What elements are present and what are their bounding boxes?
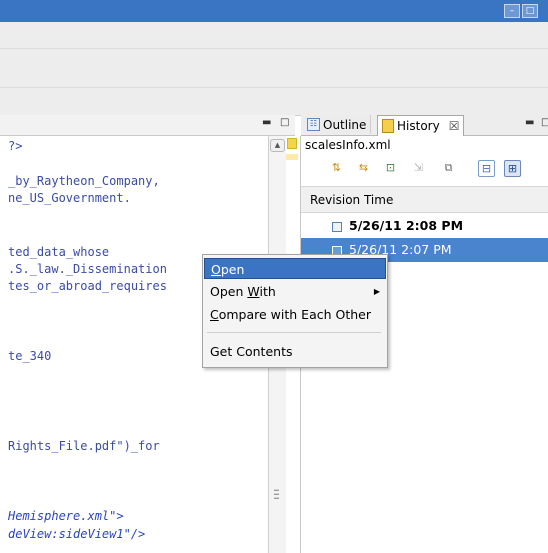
- menu-item-label: Open: [210, 284, 248, 299]
- revision-time: 5/26/11 2:08 PM: [349, 218, 464, 233]
- mnemonic: C: [210, 307, 219, 322]
- menu-item-open-with[interactable]: Open With ▶: [204, 281, 386, 302]
- maximize-button[interactable]: □: [522, 4, 538, 18]
- menu-item-label: pen: [220, 262, 245, 277]
- code-line: ne_US_Government.: [8, 191, 131, 205]
- code-line: tes_or_abroad_requires: [8, 279, 167, 293]
- history-icon: [382, 119, 394, 133]
- revision-row[interactable]: 5/26/11 2:08 PM: [301, 214, 548, 238]
- link-with-editor-icon[interactable]: ⇆: [356, 160, 371, 175]
- menu-separator: [207, 332, 381, 333]
- scroll-up-icon[interactable]: ▲: [270, 139, 285, 152]
- pin-icon[interactable]: ⊡: [383, 160, 398, 175]
- group-by-icon[interactable]: ⇲: [411, 160, 426, 175]
- code-line: te_340: [8, 349, 52, 363]
- window-controls: – □: [504, 4, 538, 18]
- editor-tab-header: ▬ □: [0, 115, 295, 136]
- tab-history[interactable]: History ☒: [377, 115, 465, 136]
- maximize-view-icon[interactable]: □: [541, 117, 548, 128]
- window-title-bar: – □: [0, 0, 548, 22]
- tree-view-icon[interactable]: ⊞: [504, 160, 521, 177]
- code-line: Rights_File.pdf")_for: [8, 439, 160, 453]
- main-toolbar: [0, 49, 548, 88]
- code-line: ted_data_whose: [8, 245, 110, 259]
- mnemonic: O: [211, 262, 221, 277]
- menu-item-compare[interactable]: Compare with Each Other: [204, 304, 386, 325]
- close-icon[interactable]: ☒: [449, 119, 460, 133]
- code-line: ?>: [8, 139, 23, 153]
- code-line: deView:sideView1"/>: [8, 527, 146, 541]
- revision-icon: [332, 221, 342, 232]
- code-line: Hemisphere.xml">: [8, 509, 124, 523]
- context-menu: Open Open With ▶ Compare with Each Other…: [202, 254, 388, 368]
- menu-item-get-contents[interactable]: Get Contents: [204, 341, 386, 362]
- maximize-view-icon[interactable]: □: [280, 117, 289, 128]
- menu-item-label: ompare with Each Other: [218, 307, 371, 322]
- compare-icon[interactable]: ⧉: [441, 160, 456, 175]
- minimize-button[interactable]: –: [504, 4, 520, 18]
- code-line: .S._law._Dissemination: [8, 262, 167, 276]
- menu-bar: [0, 22, 548, 49]
- tab-outline[interactable]: ☷ Outline: [303, 115, 372, 134]
- submenu-arrow-icon: ▶: [373, 287, 380, 296]
- warning-marker-icon[interactable]: [287, 138, 297, 149]
- occurrence-marker[interactable]: [286, 154, 298, 160]
- refresh-icon[interactable]: ⇅: [329, 160, 344, 175]
- outline-icon: ☷: [307, 118, 320, 131]
- tab-history-label: History: [397, 119, 440, 133]
- tab-outline-label: Outline: [323, 117, 367, 132]
- history-file-name: scalesInfo.xml: [301, 136, 548, 154]
- history-toolbar: ⇅ ⇆ ⊡ ⇲ ⧉ ⊟ ⊞: [301, 155, 548, 183]
- minimize-view-icon[interactable]: ▬: [525, 117, 534, 128]
- menu-item-open[interactable]: Open: [204, 258, 386, 279]
- minimize-view-icon[interactable]: ▬: [262, 117, 271, 128]
- menu-item-label: ith: [259, 284, 276, 299]
- scroll-grip-icon[interactable]: ━ ━ ━: [274, 487, 281, 503]
- revision-time-column-header[interactable]: Revision Time: [301, 186, 548, 213]
- secondary-toolbar: [0, 88, 548, 116]
- mnemonic: W: [247, 284, 260, 299]
- code-line: _by_Raytheon_Company,: [8, 174, 160, 188]
- view-tab-bar: ☷ Outline History ☒ ▬ □: [301, 115, 548, 136]
- collapse-all-icon[interactable]: ⊟: [478, 160, 495, 177]
